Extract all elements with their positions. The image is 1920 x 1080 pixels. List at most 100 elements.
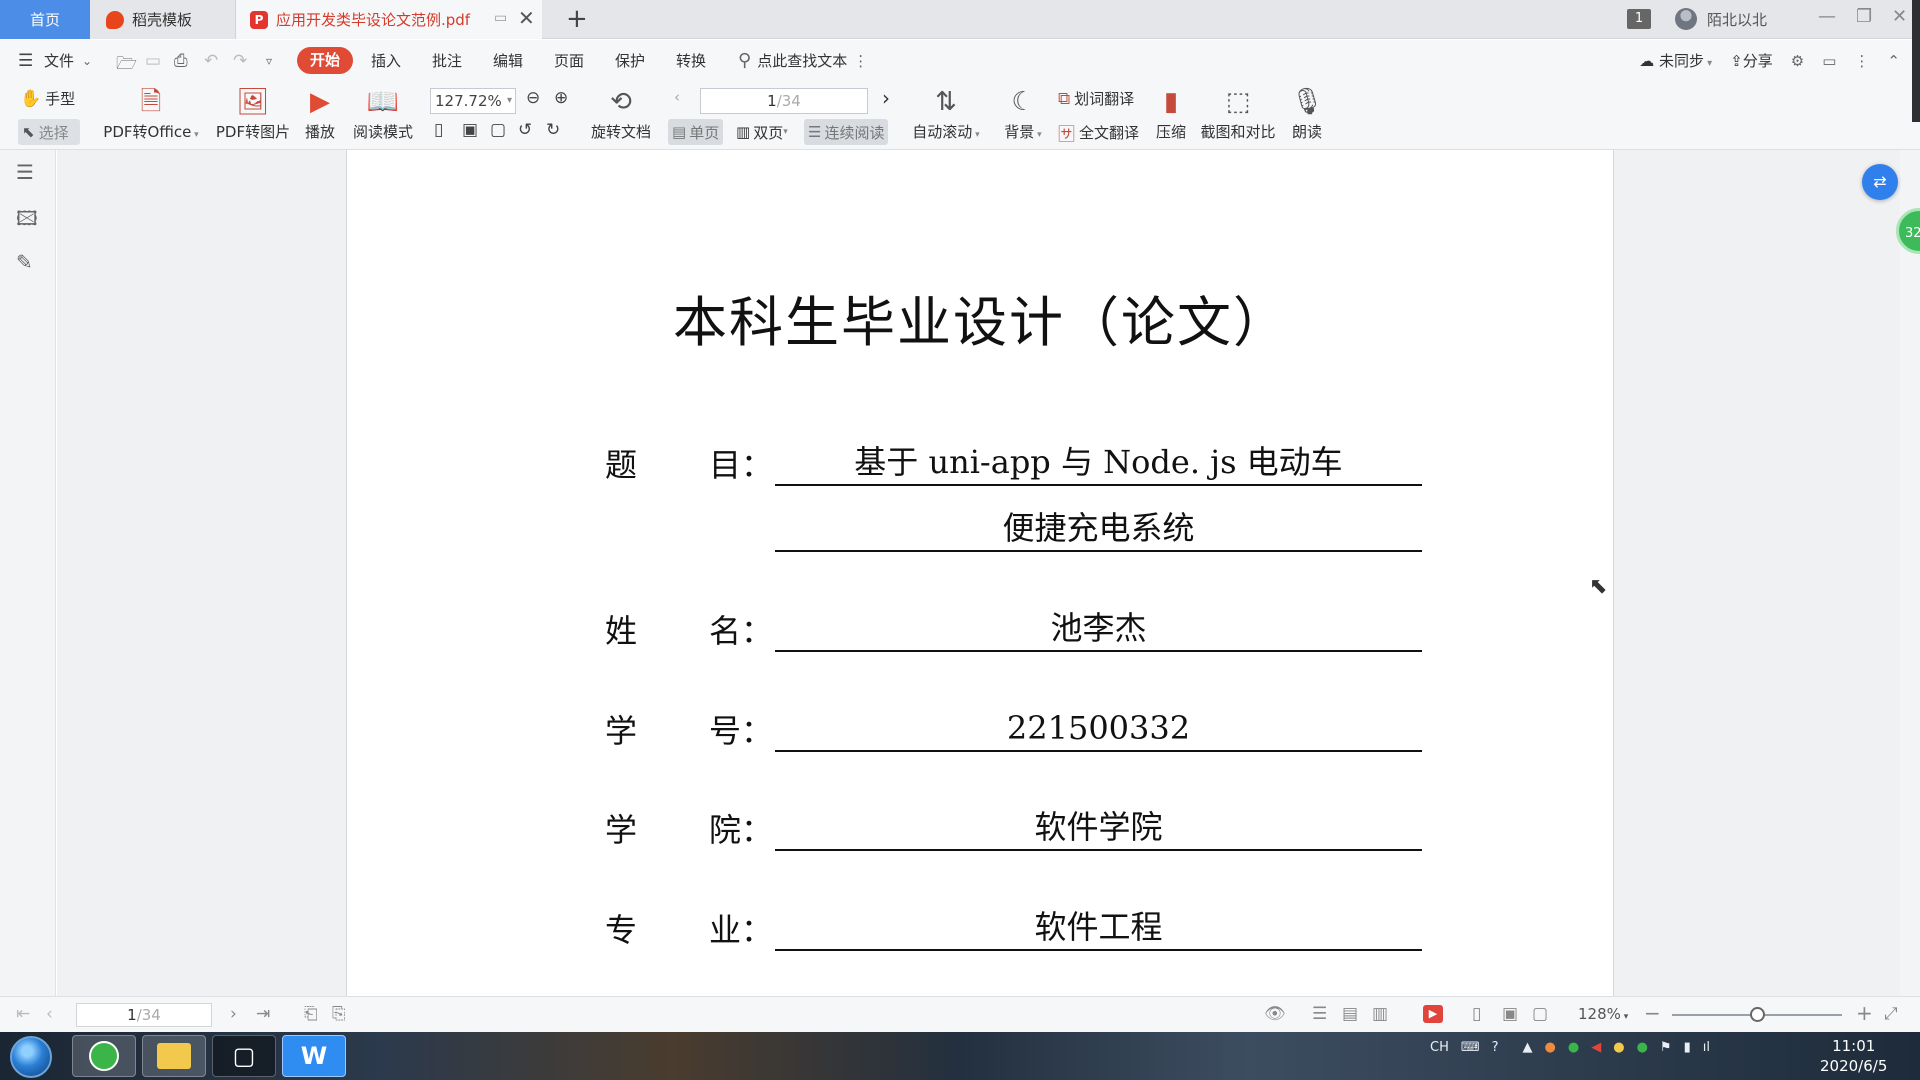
read-aloud-button[interactable]: 🎙 朗读 bbox=[1288, 86, 1326, 142]
select-tool-button[interactable]: ⬉ 选择 bbox=[18, 119, 80, 145]
taskbar-browser-icon[interactable] bbox=[72, 1035, 136, 1077]
fit-page-icon[interactable]: ▣ bbox=[1502, 1004, 1518, 1024]
redo-icon[interactable]: ↷ bbox=[233, 51, 247, 71]
hamburger-icon[interactable]: ☰ bbox=[18, 51, 33, 71]
double-view-icon[interactable]: ▥ bbox=[1372, 1004, 1388, 1024]
rotate-right-icon[interactable]: ↻ bbox=[546, 120, 564, 140]
input-language[interactable]: CH bbox=[1430, 1040, 1449, 1055]
quick-access-dropdown-icon[interactable]: ▿ bbox=[266, 54, 272, 68]
pin-tab-icon[interactable]: ▭ bbox=[494, 10, 507, 26]
tab-home[interactable]: 首页 bbox=[0, 0, 90, 39]
word-translate-button[interactable]: ⧉ 划词翻译 bbox=[1058, 88, 1134, 109]
signal-icon[interactable]: ıl bbox=[1703, 1040, 1710, 1055]
annotation-pen-icon[interactable]: ✎ bbox=[16, 250, 33, 274]
status-zoom-select[interactable]: 128% ▾ bbox=[1578, 1005, 1628, 1023]
user-account[interactable]: 陌北以北 bbox=[1675, 8, 1767, 30]
zoom-in-icon[interactable]: ⊕ bbox=[554, 88, 572, 108]
rotate-left-icon[interactable]: ↺ bbox=[518, 120, 536, 140]
restore-icon[interactable]: ❐ bbox=[1856, 6, 1872, 27]
compress-button[interactable]: ▮ 压缩 bbox=[1152, 86, 1190, 142]
close-tab-icon[interactable]: ✕ bbox=[518, 6, 535, 30]
first-page-icon[interactable]: ⇤ bbox=[16, 1004, 30, 1024]
play-icon[interactable]: ▶ bbox=[1423, 1005, 1443, 1023]
close-window-icon[interactable]: ✕ bbox=[1892, 6, 1907, 27]
menu-file[interactable]: 文件 bbox=[44, 50, 74, 71]
help-icon[interactable]: ? bbox=[1492, 1040, 1499, 1055]
auto-scroll-button[interactable]: ⇅ 自动滚动 ▾ bbox=[908, 86, 984, 142]
prev-page-icon[interactable]: ‹ bbox=[46, 1004, 53, 1024]
menu-annotate[interactable]: 批注 bbox=[432, 50, 462, 71]
next-page-icon[interactable]: › bbox=[882, 86, 890, 110]
taskbar-explorer-icon[interactable] bbox=[142, 1035, 206, 1077]
menu-edit[interactable]: 编辑 bbox=[493, 50, 523, 71]
thumbnail-icon[interactable]: 🖾 bbox=[16, 204, 38, 238]
system-clock[interactable]: 11:01 2020/6/5 bbox=[1820, 1036, 1887, 1076]
actual-size-icon[interactable]: ▯ bbox=[1472, 1004, 1481, 1024]
taskbar-wps-icon[interactable]: W bbox=[282, 1035, 346, 1077]
window-count-badge[interactable]: 1 bbox=[1627, 9, 1651, 29]
back-view-icon[interactable]: ⎗ bbox=[304, 1004, 318, 1024]
fit-width-icon[interactable]: ▢ bbox=[1532, 1004, 1548, 1024]
single-page-button[interactable]: ▤ 单页 bbox=[668, 119, 724, 145]
outline-icon[interactable]: ☰ bbox=[16, 160, 34, 184]
menu-convert[interactable]: 转换 bbox=[676, 50, 706, 71]
tray-yellow-icon[interactable]: ● bbox=[1613, 1040, 1624, 1055]
next-page-icon[interactable]: › bbox=[230, 1004, 237, 1024]
tray-app-icon[interactable]: ● bbox=[1545, 1040, 1556, 1055]
continuous-view-icon[interactable]: ☰ bbox=[1312, 1004, 1327, 1024]
more-menu-icon[interactable]: ⋮ bbox=[1854, 52, 1869, 70]
vertical-scrollbar[interactable] bbox=[1900, 150, 1920, 996]
last-page-icon[interactable]: ⇥ bbox=[256, 1004, 270, 1024]
pdf-to-office-button[interactable]: 🗎 PDF转Office ▾ bbox=[102, 86, 200, 142]
minimize-icon[interactable]: — bbox=[1818, 6, 1836, 27]
rotate-document-button[interactable]: ⟲ 旋转文档 bbox=[588, 86, 654, 142]
full-translate-button[interactable]: 🈂 全文翻译 bbox=[1058, 120, 1139, 145]
taskbar-camera-icon[interactable]: ▢ bbox=[212, 1035, 276, 1077]
menu-page[interactable]: 页面 bbox=[554, 50, 584, 71]
zoom-out-icon[interactable]: ⊖ bbox=[526, 88, 544, 108]
status-page-input[interactable]: 1/34 bbox=[76, 1003, 212, 1027]
share-button[interactable]: ⇪分享 bbox=[1730, 50, 1773, 71]
background-button[interactable]: ☾ 背景 ▾ bbox=[1000, 86, 1046, 142]
menu-protect[interactable]: 保护 bbox=[615, 50, 645, 71]
screenshot-compare-button[interactable]: ⬚ 截图和对比 bbox=[1198, 86, 1278, 142]
tab-template[interactable]: 稻壳模板 bbox=[90, 0, 236, 39]
eye-protection-icon[interactable]: 👁 bbox=[1264, 1004, 1286, 1024]
floating-translate-icon[interactable]: ⇄ bbox=[1862, 164, 1898, 200]
new-tab-button[interactable]: + bbox=[566, 4, 588, 34]
menu-start[interactable]: 开始 bbox=[297, 47, 353, 74]
settings-icon[interactable]: ⚙ bbox=[1791, 52, 1804, 70]
sync-status[interactable]: ☁ 未同步 ▾ bbox=[1639, 50, 1712, 71]
read-mode-button[interactable]: 📖 阅读模式 bbox=[350, 86, 416, 142]
speaker-icon[interactable]: ◀ bbox=[1591, 1040, 1601, 1055]
prev-page-icon[interactable]: ‹ bbox=[674, 88, 680, 106]
play-button[interactable]: ▶ 播放 bbox=[300, 86, 340, 142]
zoom-select[interactable]: 127.72% ▾ bbox=[430, 88, 516, 114]
single-view-icon[interactable]: ▤ bbox=[1342, 1004, 1358, 1024]
zoom-out-icon[interactable]: − bbox=[1644, 1001, 1661, 1025]
keyboard-icon[interactable]: ⌨ bbox=[1461, 1040, 1480, 1055]
comment-icon[interactable]: ▭ bbox=[1822, 52, 1836, 70]
scroll-thumb[interactable] bbox=[1912, 0, 1920, 122]
network-flag-icon[interactable]: ⚑ bbox=[1660, 1040, 1672, 1055]
fit-width-icon[interactable]: ▢ bbox=[490, 120, 510, 140]
page-number-input[interactable]: 1/34 bbox=[700, 88, 868, 114]
more-options-icon[interactable]: ⋮ bbox=[853, 52, 868, 70]
zoom-slider-handle[interactable] bbox=[1750, 1007, 1765, 1022]
print-icon[interactable]: ⎙ bbox=[174, 51, 188, 71]
actual-size-icon[interactable]: ▯ bbox=[434, 120, 447, 140]
battery-icon[interactable]: ▮ bbox=[1684, 1040, 1691, 1055]
tray-green-icon[interactable]: ● bbox=[1568, 1040, 1579, 1055]
continuous-read-button[interactable]: ☰ 连续阅读 bbox=[804, 119, 889, 145]
undo-icon[interactable]: ↶ bbox=[204, 51, 218, 71]
fit-page-icon[interactable]: ▣ bbox=[462, 120, 482, 140]
chevron-down-icon[interactable]: ⌄ bbox=[82, 54, 92, 68]
forward-view-icon[interactable]: ⎘ bbox=[332, 1004, 346, 1024]
double-page-button[interactable]: ▥ 双页 ▾ bbox=[732, 119, 792, 145]
wechat-icon[interactable]: ● bbox=[1637, 1040, 1648, 1055]
fullscreen-icon[interactable]: ⤢ bbox=[1884, 1004, 1898, 1024]
menu-insert[interactable]: 插入 bbox=[371, 50, 401, 71]
tray-expand-icon[interactable]: ▲ bbox=[1523, 1040, 1533, 1055]
pdf-to-image-button[interactable]: 🖼 PDF转图片 bbox=[214, 86, 292, 142]
start-button[interactable] bbox=[10, 1036, 52, 1078]
